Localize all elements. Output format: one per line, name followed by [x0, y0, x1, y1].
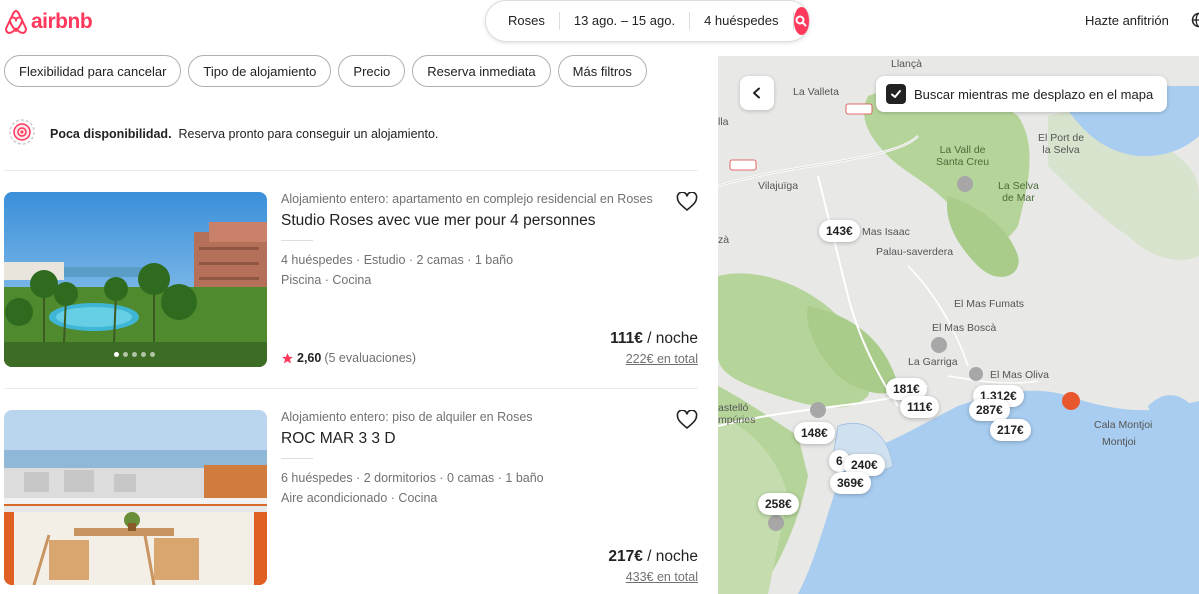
listing-card[interactable]: Alojamiento entero: apartamento en compl… — [4, 191, 698, 367]
search-bar[interactable]: Roses 13 ago. – 15 ago. 4 huéspedes — [485, 0, 810, 42]
map-label: Llançà — [891, 58, 922, 70]
notice-bold: Poca disponibilidad. — [50, 126, 172, 141]
map-price-pin[interactable]: 143€ — [819, 220, 860, 242]
listing-amenities: Aire acondicionado · Cocina — [281, 491, 438, 505]
listing-price: 111€ / noche — [610, 330, 698, 348]
listing-total[interactable]: 433€ en total — [626, 570, 698, 584]
listing-info: Alojamiento entero: piso de alquiler en … — [281, 409, 698, 585]
map-price-pin[interactable]: 287€ — [969, 399, 1010, 421]
divider — [4, 170, 698, 171]
listing-card[interactable]: Alojamiento entero: piso de alquiler en … — [4, 409, 698, 585]
price-value: 111€ — [610, 330, 643, 347]
map[interactable]: Buscar mientras me desplazo en el mapa L… — [718, 56, 1199, 594]
filter-price[interactable]: Precio — [338, 55, 406, 87]
listing-details: 6 huéspedes · 2 dormitorios · 0 camas · … — [281, 468, 544, 508]
map-label: El Mas Boscà — [932, 322, 997, 334]
search-icon — [795, 15, 807, 27]
rating-value: 2,60 — [297, 351, 322, 365]
listing-specs: 6 huéspedes · 2 dormitorios · 0 camas · … — [281, 471, 544, 485]
listing-specs: 4 huéspedes · Estudio · 2 camas · 1 baño — [281, 253, 514, 267]
listing-title[interactable]: Studio Roses avec vue mer pour 4 personn… — [281, 212, 595, 230]
map-label: astelló mpúries — [718, 402, 756, 426]
map-label: Cala Montjoi — [1094, 419, 1153, 431]
checkbox-checked-icon[interactable] — [886, 84, 906, 104]
map-label: El Mas Fumats — [954, 298, 1025, 310]
filter-type-of-place[interactable]: Tipo de alojamiento — [188, 55, 332, 87]
price-unit: / noche — [642, 330, 698, 347]
search-as-map-moves-toggle[interactable]: Buscar mientras me desplazo en el mapa — [876, 76, 1168, 112]
globe-icon[interactable] — [1191, 12, 1199, 33]
become-host-link[interactable]: Hazte anfitrión — [1085, 13, 1169, 28]
listing-info: Alojamiento entero: apartamento en compl… — [281, 191, 698, 367]
road-label: N-260 — [849, 105, 871, 114]
divider — [281, 240, 313, 241]
map-label: Montjoi — [1102, 436, 1136, 448]
map-label: Palau-saverdera — [876, 246, 954, 258]
filter-bar: Flexibilidad para cancelar Tipo de aloja… — [4, 55, 647, 87]
map-price-pin[interactable]: 258€ — [758, 493, 799, 515]
map-label: Mas Isaac — [862, 226, 910, 238]
notice-message: Reserva pronto para conseguir un alojami… — [178, 126, 439, 141]
chevron-left-icon — [753, 87, 760, 99]
search-dates[interactable]: 13 ago. – 15 ago. — [560, 12, 691, 30]
map-label: La Selva de Mar — [998, 180, 1039, 204]
listing-details: 4 huéspedes · Estudio · 2 camas · 1 baño… — [281, 250, 513, 290]
road-label: N-260 — [733, 161, 755, 170]
listing-total[interactable]: 222€ en total — [626, 352, 698, 366]
target-icon — [8, 118, 36, 149]
listing-rating: 2,60 (5 evaluaciones) — [281, 351, 416, 365]
map-label: Vilajuïga — [758, 180, 799, 192]
filter-instant-book[interactable]: Reserva inmediata — [412, 55, 551, 87]
airbnb-logo-icon — [5, 10, 27, 34]
map-price-pin[interactable]: 369€ — [830, 472, 871, 494]
airbnb-logo[interactable]: airbnb — [4, 9, 93, 35]
availability-notice: Poca disponibilidad. Reserva pronto para… — [8, 118, 438, 149]
header: airbnb Roses 13 ago. – 15 ago. 4 huésped… — [0, 0, 1199, 44]
divider — [4, 388, 698, 389]
search-as-map-moves-label: Buscar mientras me desplazo en el mapa — [914, 86, 1154, 102]
listing-subtitle: Alojamiento entero: piso de alquiler en … — [281, 410, 533, 424]
review-count: (5 evaluaciones) — [324, 351, 417, 365]
listing-price: 217€ / noche — [608, 548, 698, 566]
map-label: lla — [718, 116, 729, 128]
listing-amenities: Piscina · Cocina — [281, 273, 372, 287]
map-back-button[interactable] — [740, 76, 774, 110]
listing-photo[interactable] — [4, 192, 267, 367]
search-location[interactable]: Roses — [494, 12, 560, 30]
map-price-pin[interactable]: 148€ — [794, 422, 835, 444]
map-label: La Garriga — [908, 356, 958, 368]
search-button[interactable] — [793, 7, 809, 35]
map-label: La Vall de Santa Creu — [936, 144, 990, 168]
heart-icon[interactable] — [676, 409, 698, 435]
listing-subtitle: Alojamiento entero: apartamento en compl… — [281, 192, 653, 206]
map-price-pin[interactable]: 111€ — [900, 396, 940, 418]
price-unit: / noche — [642, 548, 698, 565]
heart-icon[interactable] — [676, 191, 698, 217]
map-label: zà — [718, 234, 730, 246]
map-label: El Port de la Selva — [1038, 132, 1085, 156]
search-guests[interactable]: 4 huéspedes — [690, 12, 794, 30]
divider — [281, 458, 313, 459]
filter-flexible-cancellation[interactable]: Flexibilidad para cancelar — [4, 55, 182, 87]
logo-text: airbnb — [31, 10, 93, 33]
map-label: El Mas Oliva — [990, 369, 1049, 381]
map-price-pin[interactable]: 217€ — [990, 419, 1031, 441]
listing-photo[interactable] — [4, 410, 267, 585]
photo-carousel-dots — [114, 352, 155, 357]
map-label: La Valleta — [793, 86, 839, 98]
star-icon — [282, 352, 293, 363]
notice-text: Poca disponibilidad. Reserva pronto para… — [50, 127, 438, 141]
filter-more-filters[interactable]: Más filtros — [557, 55, 647, 87]
listing-title[interactable]: ROC MAR 3 3 D — [281, 430, 396, 448]
price-value: 217€ — [608, 548, 643, 565]
